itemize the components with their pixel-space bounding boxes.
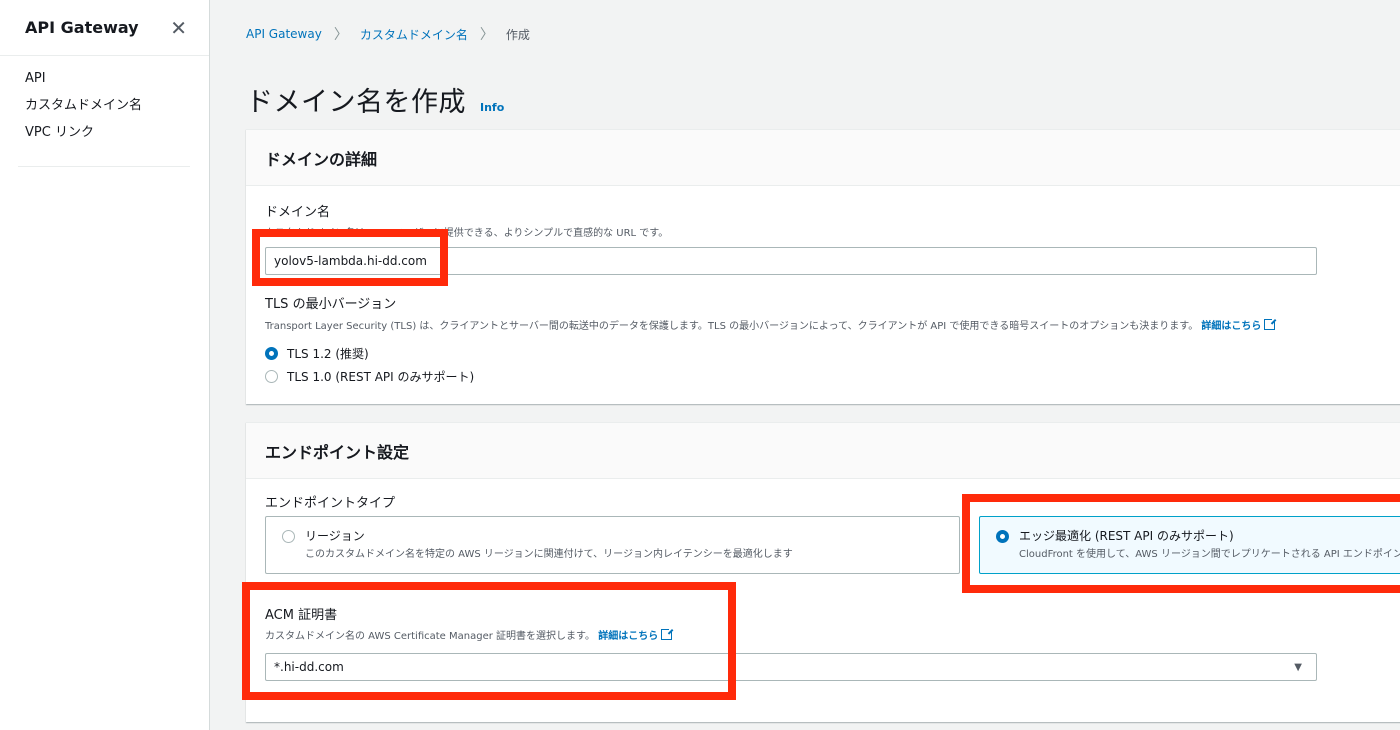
edge-description: CloudFront を使用して、AWS リージョン間でレプリケートされる AP… [1019,549,1400,560]
sidebar-item-custom-domain-names[interactable]: カスタムドメイン名 [25,97,209,124]
page-header: ドメイン名を作成 Info [246,80,504,119]
acm-certificate-description: カスタムドメイン名の AWS Certificate Manager 証明書を選… [265,627,675,642]
endpoint-type-edge-tile[interactable]: エッジ最適化 (REST API のみサポート) CloudFront を使用し… [979,516,1400,574]
tls-1-0-option[interactable]: TLS 1.0 (REST API のみサポート) [265,368,474,385]
tls-description-text: Transport Layer Security (TLS) は、クライアントと… [265,321,1199,332]
breadcrumb-separator-icon: 〉 [479,27,494,43]
domain-name-input[interactable] [265,247,1317,275]
sidebar-item-api[interactable]: API [25,70,209,97]
info-link[interactable]: Info [480,101,504,114]
tls-version-label: TLS の最小バージョン [265,297,397,312]
endpoint-type-regional-tile[interactable]: リージョン このカスタムドメイン名を特定の AWS リージョンに関連付けて、リー… [265,516,960,574]
endpoint-type-label: エンドポイントタイプ [265,496,396,511]
acm-learn-more-link[interactable]: 詳細はこちら [598,627,675,642]
side-navigation: API Gateway ✕ API カスタムドメイン名 VPC リンク [0,0,210,730]
sidebar-divider [18,166,190,167]
domain-details-panel: ドメインの詳細 ドメイン名 カスタムドメイン名は、API ユーザーに提供できる、… [246,129,1400,404]
external-link-icon [661,627,675,640]
external-link-icon [1264,317,1278,330]
breadcrumb: API Gateway 〉 カスタムドメイン名 〉 作成 [246,24,530,44]
endpoint-config-panel: エンドポイント設定 エンドポイントタイプ リージョン このカスタムドメイン名を特… [246,422,1400,722]
radio-checked-icon[interactable] [265,347,278,360]
tls-learn-more-link[interactable]: 詳細はこちら [1201,317,1278,332]
domain-name-description: カスタムドメイン名は、API ユーザーに提供できる、よりシンプルで直感的な UR… [265,228,669,239]
regional-title[interactable]: リージョン [305,527,365,544]
radio-checked-icon[interactable] [996,530,1009,543]
domain-details-heading: ドメインの詳細 [265,149,378,169]
edge-title[interactable]: エッジ最適化 (REST API のみサポート) [1019,527,1234,544]
acm-certificate-value[interactable]: *.hi-dd.com [274,660,344,674]
page-title: ドメイン名を作成 [246,87,466,118]
sidebar-header: API Gateway ✕ [0,0,209,56]
radio-unchecked-icon[interactable] [282,530,295,543]
acm-description-text: カスタムドメイン名の AWS Certificate Manager 証明書を選… [265,631,596,642]
sidebar-item-vpc-links[interactable]: VPC リンク [25,124,209,151]
radio-unchecked-icon[interactable] [265,370,278,383]
endpoint-config-header: エンドポイント設定 [246,423,1400,479]
tls-learn-more-label[interactable]: 詳細はこちら [1201,321,1261,332]
breadcrumb-current: 作成 [505,27,530,42]
sidebar-title[interactable]: API Gateway [25,18,139,37]
acm-learn-more-label[interactable]: 詳細はこちら [598,631,658,642]
caret-down-icon[interactable]: ▼ [1294,662,1302,673]
endpoint-config-heading: エンドポイント設定 [265,442,410,462]
sidebar-nav: API カスタムドメイン名 VPC リンク [0,56,209,151]
tls-1-0-label[interactable]: TLS 1.0 (REST API のみサポート) [287,368,474,385]
breadcrumb-separator-icon: 〉 [333,27,348,43]
tls-1-2-option[interactable]: TLS 1.2 (推奨) [265,345,369,362]
domain-details-header: ドメインの詳細 [246,130,1400,186]
acm-certificate-label: ACM 証明書 [265,608,338,623]
tls-version-description: Transport Layer Security (TLS) は、クライアントと… [265,317,1278,332]
domain-name-label: ドメイン名 [265,205,331,220]
tls-1-2-label[interactable]: TLS 1.2 (推奨) [287,345,369,362]
breadcrumb-custom-domain-names[interactable]: カスタムドメイン名 [360,26,468,43]
regional-description: このカスタムドメイン名を特定の AWS リージョンに関連付けて、リージョン内レイ… [305,549,793,560]
acm-certificate-select[interactable]: *.hi-dd.com ▼ [265,653,1317,681]
close-icon[interactable]: ✕ [170,18,187,38]
breadcrumb-api-gateway[interactable]: API Gateway [246,27,322,41]
